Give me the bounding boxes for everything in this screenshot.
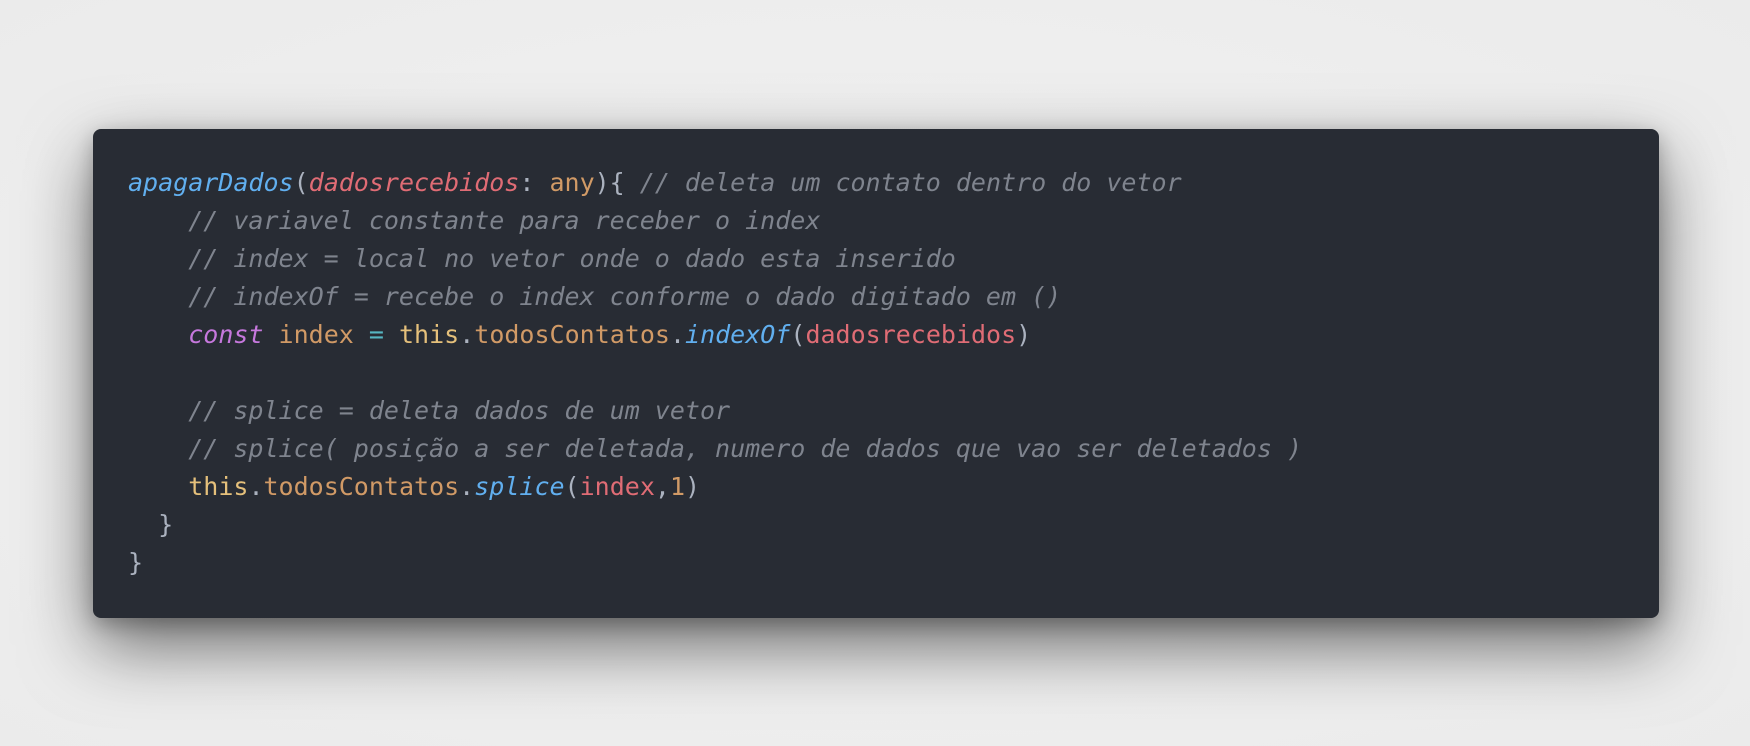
code-token-comment: // deleta um contato dentro do vetor xyxy=(639,168,1182,197)
code-token-punct: , xyxy=(654,472,670,501)
code-token-num: 1 xyxy=(669,472,685,501)
code-token-punct xyxy=(128,434,188,463)
code-token-comment: // splice = deleta dados de um vetor xyxy=(188,396,731,425)
code-token-punct xyxy=(128,206,188,235)
code-token-punct: . xyxy=(248,472,264,501)
code-line: } xyxy=(128,544,1659,582)
code-line: const index = this.todosContatos.indexOf… xyxy=(128,316,1659,354)
code-token-punct: . xyxy=(669,320,686,349)
code-token-param: dadosrecebidos xyxy=(308,168,520,197)
code-token-prop: todosContatos xyxy=(474,320,670,349)
code-token-this: this xyxy=(399,320,460,349)
code-token-punct xyxy=(128,396,188,425)
code-token-type: any xyxy=(549,168,595,197)
code-token-comment: // splice( posição a ser deletada, numer… xyxy=(188,434,1303,463)
code-token-punct: ( xyxy=(790,320,806,349)
code-token-punct xyxy=(128,472,188,501)
code-token-punct: ( xyxy=(564,472,580,501)
code-line: // splice( posição a ser deletada, numer… xyxy=(128,430,1659,468)
code-token-punct: : xyxy=(519,168,550,197)
code-token-comment: // indexOf = recebe o index conforme o d… xyxy=(188,282,1062,311)
code-line: this.todosContatos.splice(index,1) xyxy=(128,468,1659,506)
code-line: // variavel constante para receber o ind… xyxy=(128,202,1659,240)
code-token-comment: // variavel constante para receber o ind… xyxy=(188,206,821,235)
code-token-punct xyxy=(128,244,188,273)
code-token-punct: . xyxy=(459,472,475,501)
code-line: apagarDados(dadosrecebidos: any){ // del… xyxy=(128,164,1659,202)
code-token-this: this xyxy=(188,472,249,501)
code-token-comment: // index = local no vetor onde o dado es… xyxy=(188,244,956,273)
code-snippet-window: apagarDados(dadosrecebidos: any){ // del… xyxy=(93,129,1659,618)
code-token-punct xyxy=(128,320,188,349)
code-line: // splice = deleta dados de um vetor xyxy=(128,392,1659,430)
code-line: } xyxy=(128,506,1659,544)
code-token-punct: ) xyxy=(685,472,701,501)
code-token-punct xyxy=(384,320,399,349)
code-token-kw: const xyxy=(188,320,264,349)
code-token-punct: } xyxy=(128,548,144,577)
code-token-punct: } xyxy=(158,510,174,539)
code-line: // indexOf = recebe o index conforme o d… xyxy=(128,278,1659,316)
code-token-var: index xyxy=(278,320,354,349)
code-token-punct xyxy=(128,282,188,311)
code-token-fn: indexOf xyxy=(685,320,791,349)
code-token-punct xyxy=(354,320,369,349)
code-block: apagarDados(dadosrecebidos: any){ // del… xyxy=(128,164,1659,582)
code-token-punct: ( xyxy=(293,168,309,197)
code-token-prop: todosContatos xyxy=(263,472,460,501)
code-token-punct xyxy=(128,510,158,539)
code-line: ​ xyxy=(128,354,1659,392)
code-token-arg: dadosrecebidos xyxy=(805,320,1017,349)
code-token-punct: ) xyxy=(1016,320,1032,349)
code-token-punct: . xyxy=(459,320,475,349)
code-token-op: = xyxy=(368,320,384,349)
code-token-punct: ){ xyxy=(594,168,640,197)
code-token-arg: index xyxy=(579,472,655,501)
code-token-fn: splice xyxy=(474,472,565,501)
code-token-punct xyxy=(263,320,278,349)
code-token-fn: apagarDados xyxy=(128,168,294,197)
code-line: // index = local no vetor onde o dado es… xyxy=(128,240,1659,278)
